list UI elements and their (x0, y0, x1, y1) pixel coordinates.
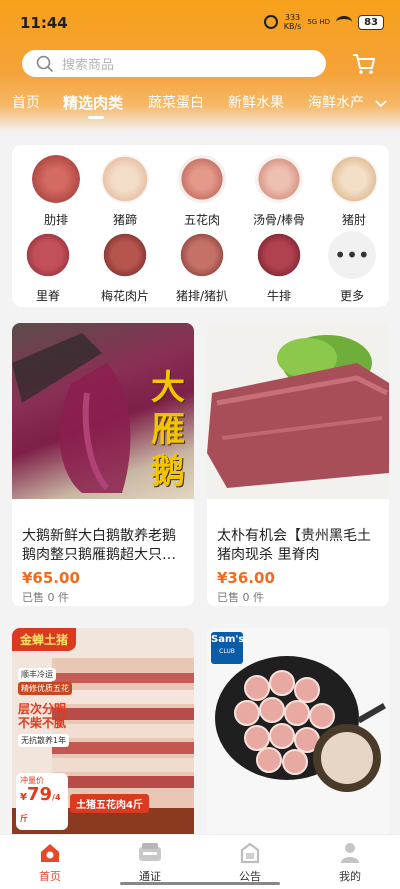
category-trotters[interactable]: 猪蹄 (90, 155, 160, 228)
home-indicator (120, 882, 280, 885)
quality-label: 精修优质五花 (18, 682, 72, 695)
nav-notice[interactable]: 公告 (220, 841, 280, 884)
home-icon (41, 844, 59, 862)
network-speed: 333 KB/s (283, 13, 302, 31)
search-icon (36, 55, 54, 72)
brand-logo: Sam's CLUB (211, 632, 244, 664)
pork-chops-image (178, 231, 226, 279)
token-icon (139, 843, 161, 861)
category-pork-belly[interactable]: 五花肉 (167, 155, 237, 228)
notice-icon (240, 842, 260, 864)
battery-icon: 83 (358, 14, 384, 30)
category-tabs: 首页 精选肉类 蔬菜蛋白 新鲜水果 海鲜水产 (0, 92, 400, 120)
nav-token[interactable]: 通证 (120, 841, 180, 884)
pork-knuckle-image (330, 155, 378, 203)
product-card-pork-belly[interactable]: 金蝉土猪 顺丰冷运 精修优质五花 层次分明 不柴不腻 无抗散养1年 冲量价 ¥7… (12, 628, 194, 834)
category-pork-chops[interactable]: 猪排/猪扒 (167, 231, 237, 304)
wifi-icon (336, 16, 353, 28)
status-bar: 11:44 333 KB/s 5G HD 83 (0, 0, 400, 44)
pork-belly-image (178, 155, 226, 203)
search-input[interactable]: 搜索商品 (22, 50, 326, 77)
product-price: ¥36.00 (217, 569, 275, 587)
product-sold-count: 已售 0 件 (217, 591, 264, 604)
alarm-icon (263, 15, 278, 29)
soup-bones-image (255, 155, 303, 203)
product-image: 大 雁 鹅 (12, 323, 194, 499)
brand-badge: 金蝉土猪 (12, 628, 77, 651)
product-image (207, 323, 389, 499)
promo-box: 冲量价 ¥79/4斤 (16, 773, 68, 830)
tab-meat[interactable]: 精选肉类 (63, 92, 123, 113)
feature-label: 层次分明 不柴不腻 (18, 702, 67, 730)
ribs-image (32, 155, 80, 203)
product-card-goose[interactable]: 大 雁 鹅 大鹅新鲜大白鹅散养老鹅鹅肉整只鹅雁鹅超大只… ¥65.00 已售 0… (12, 323, 194, 606)
raising-label: 无抗散养1年 (18, 734, 70, 747)
tab-fresh-fruit[interactable]: 新鲜水果 (228, 92, 284, 112)
category-pork-knuckle[interactable]: 猪肘 (319, 155, 389, 228)
steak-image (255, 231, 303, 279)
header: 11:44 333 KB/s 5G HD 83 搜索商品 首页 精选肉类 蔬菜蛋… (0, 0, 400, 132)
product-image: Sam's CLUB (207, 628, 389, 834)
category-tenderloin[interactable]: 里脊 (13, 231, 83, 304)
product-card-beef-rolls[interactable]: Sam's CLUB (207, 628, 389, 834)
tab-vegetables-eggs[interactable]: 蔬菜蛋白 (148, 92, 204, 112)
network-type: 5G HD (307, 18, 331, 26)
more-dots-icon: ••• (328, 231, 376, 279)
category-steak[interactable]: 牛排 (244, 231, 314, 304)
category-grid: 肋排 猪蹄 五花肉 汤骨/棒骨 猪肘 里脊 梅花肉片 猪排/猪扒 牛排 ••• … (12, 145, 389, 307)
nav-profile[interactable]: 我的 (320, 841, 380, 884)
category-pork-shoulder-slices[interactable]: 梅花肉片 (90, 231, 160, 304)
promo-price: ¥79/4斤 (20, 784, 61, 824)
active-tab-indicator (88, 116, 104, 119)
bottom-nav: 首页 通证 公告 我的 (0, 834, 400, 889)
search-placeholder: 搜索商品 (62, 58, 115, 73)
category-soup-bones[interactable]: 汤骨/棒骨 (244, 155, 314, 228)
goose-image-caption: 大 雁 鹅 (151, 368, 185, 492)
category-more[interactable]: ••• 更多 (317, 231, 387, 304)
cart-icon[interactable] (351, 51, 377, 77)
status-icons: 333 KB/s 5G HD 83 (263, 13, 384, 31)
pork-tenderloin-illustration (207, 335, 389, 488)
product-price: ¥65.00 (22, 569, 80, 587)
chevron-down-icon[interactable] (374, 96, 388, 110)
product-title: 太朴有机会【贵州黑毛土猪肉现杀 里脊肉 (217, 528, 371, 563)
nav-home[interactable]: 首页 (20, 841, 80, 884)
trotters-image (101, 155, 149, 203)
pork-shoulder-image (101, 231, 149, 279)
product-sold-count: 已售 0 件 (22, 591, 69, 604)
product-card-pork-tenderloin[interactable]: 太朴有机会【贵州黑毛土猪肉现杀 里脊肉 ¥36.00 已售 0 件 (207, 323, 389, 606)
tab-home[interactable]: 首页 (12, 92, 40, 112)
shipping-label: 顺丰冷运 (18, 668, 56, 681)
product-banner: 土猪五花肉4斤 (70, 794, 149, 813)
profile-icon (341, 843, 359, 863)
tenderloin-image (24, 231, 72, 279)
status-time: 11:44 (20, 14, 68, 32)
product-image: 金蝉土猪 顺丰冷运 精修优质五花 层次分明 不柴不腻 无抗散养1年 冲量价 ¥7… (12, 628, 194, 834)
product-title: 大鹅新鲜大白鹅散养老鹅鹅肉整只鹅雁鹅超大只… (22, 528, 176, 563)
category-ribs[interactable]: 肋排 (21, 155, 91, 228)
tab-seafood[interactable]: 海鲜水产 (308, 92, 364, 112)
